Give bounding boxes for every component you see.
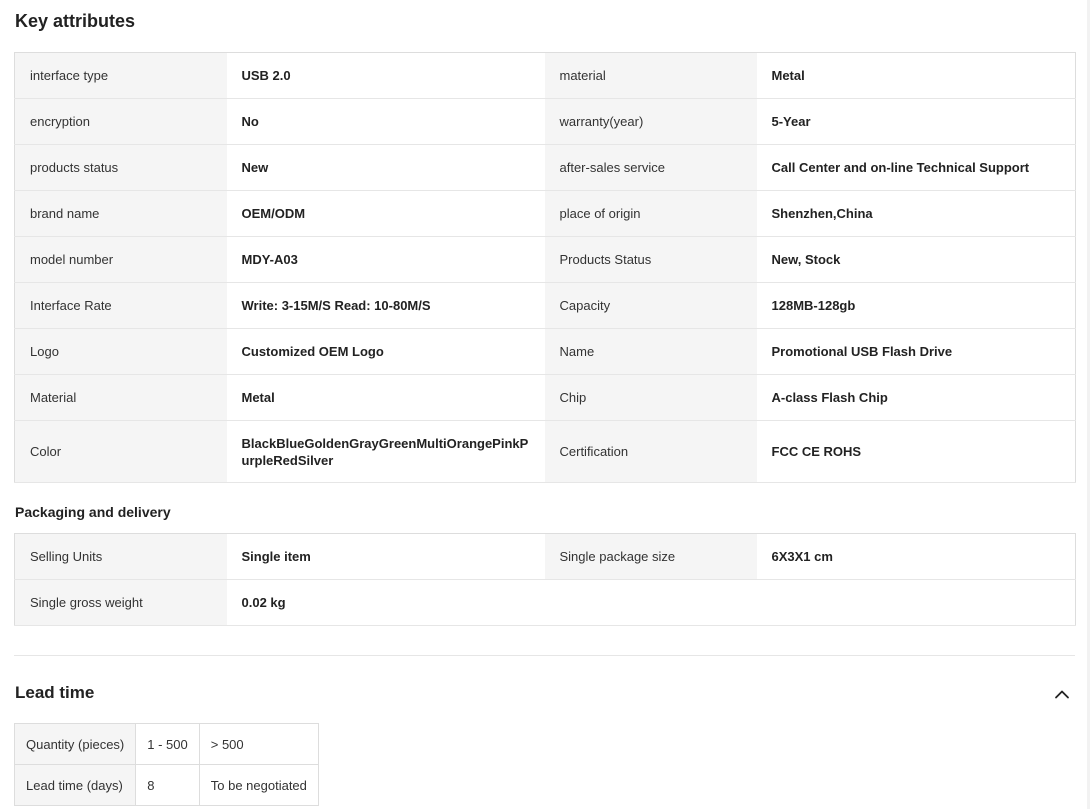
attribute-value: New [226, 144, 545, 191]
attribute-value: No [226, 98, 545, 145]
table-row: Single gross weight 0.02 kg [14, 579, 1076, 626]
attribute-value: 128MB-128gb [756, 282, 1076, 329]
attribute-value: Metal [226, 374, 545, 421]
key-attributes-title: Key attributes [15, 11, 136, 31]
table-row: Quantity (pieces) 1 - 500 > 500 [13, 723, 319, 765]
lead-days-label: Lead time (days) [13, 764, 137, 806]
attribute-value: OEM/ODM [226, 190, 545, 237]
table-row: Lead time (days) 8 To be negotiated [13, 764, 319, 806]
attribute-key: interface type [14, 52, 227, 99]
chevron-up-icon [1055, 690, 1069, 699]
attribute-value: Shenzhen,China [756, 190, 1076, 237]
attribute-key: Logo [14, 328, 227, 375]
attribute-value: Customized OEM Logo [226, 328, 545, 375]
packaging-table: Selling Units Single item Single package… [14, 533, 1076, 626]
attribute-key: Chip [544, 374, 757, 421]
attribute-value: 0.02 kg [226, 579, 1076, 626]
table-row: Logo Customized OEM Logo Name Promotiona… [14, 328, 1076, 375]
lead-time-title: Lead time [15, 683, 95, 702]
lead-days-value: To be negotiated [198, 764, 319, 806]
attribute-key: products status [14, 144, 227, 191]
attribute-value: MDY-A03 [226, 236, 545, 283]
attribute-key: Certification [544, 420, 757, 483]
lead-days-value: 8 [135, 764, 200, 806]
attribute-key: Capacity [544, 282, 757, 329]
quantity-label: Quantity (pieces) [13, 723, 137, 765]
attribute-key: Single gross weight [14, 579, 227, 626]
attribute-value: 6X3X1 cm [756, 533, 1076, 580]
attribute-key: Material [14, 374, 227, 421]
table-row: Interface Rate Write: 3-15M/S Read: 10-8… [14, 282, 1076, 329]
table-row: model number MDY-A03 Products Status New… [14, 236, 1076, 283]
lead-time-table: Quantity (pieces) 1 - 500 > 500 Lead tim… [13, 723, 319, 806]
table-row: products status New after-sales service … [14, 144, 1076, 191]
section-divider [14, 655, 1075, 656]
table-row: interface type USB 2.0 material Metal [14, 52, 1076, 99]
attribute-value: Write: 3-15M/S Read: 10-80M/S [226, 282, 545, 329]
key-attributes-table: interface type USB 2.0 material Metal en… [14, 52, 1076, 483]
quantity-range: 1 - 500 [135, 723, 200, 765]
attribute-key: Single package size [544, 533, 757, 580]
packaging-title: Packaging and delivery [15, 504, 171, 520]
attribute-value: BlackBlueGoldenGrayGreenMultiOrangePinkP… [226, 420, 545, 483]
attribute-key: Products Status [544, 236, 757, 283]
attribute-value: USB 2.0 [226, 52, 545, 99]
product-details-page: Key attributes interface type USB 2.0 ma… [0, 0, 1090, 809]
attribute-value: Single item [226, 533, 545, 580]
attribute-key: Name [544, 328, 757, 375]
table-row: Selling Units Single item Single package… [14, 533, 1076, 580]
attribute-key: after-sales service [544, 144, 757, 191]
attribute-value: FCC CE ROHS [756, 420, 1076, 483]
attribute-key: material [544, 52, 757, 99]
table-row: brand name OEM/ODM place of origin Shenz… [14, 190, 1076, 237]
attribute-value: 5-Year [756, 98, 1076, 145]
table-row: encryption No warranty(year) 5-Year [14, 98, 1076, 145]
quantity-range: > 500 [198, 723, 319, 765]
attribute-value: A-class Flash Chip [756, 374, 1076, 421]
attribute-key: brand name [14, 190, 227, 237]
attribute-value: New, Stock [756, 236, 1076, 283]
attribute-value: Metal [756, 52, 1076, 99]
attribute-key: warranty(year) [544, 98, 757, 145]
table-row: Color BlackBlueGoldenGrayGreenMultiOrang… [14, 420, 1076, 483]
table-row: Material Metal Chip A-class Flash Chip [14, 374, 1076, 421]
attribute-key: encryption [14, 98, 227, 145]
attribute-key: Color [14, 420, 227, 483]
attribute-value: Call Center and on-line Technical Suppor… [756, 144, 1076, 191]
lead-time-collapse-button[interactable] [1052, 684, 1072, 704]
attribute-key: model number [14, 236, 227, 283]
attribute-key: place of origin [544, 190, 757, 237]
attribute-value: Promotional USB Flash Drive [756, 328, 1076, 375]
attribute-key: Interface Rate [14, 282, 227, 329]
attribute-key: Selling Units [14, 533, 227, 580]
